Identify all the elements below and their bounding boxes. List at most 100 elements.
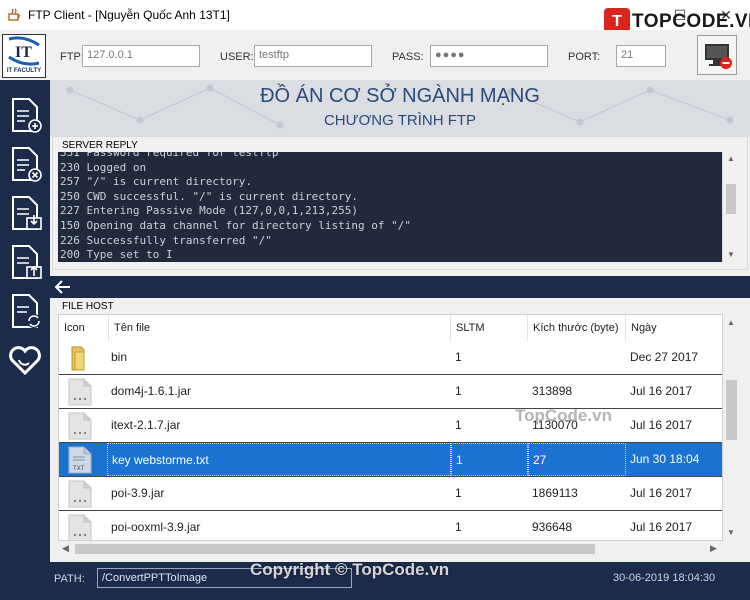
file-name: itext-2.1.7.jar <box>111 418 181 432</box>
file-name: key webstorme.txt <box>107 443 451 476</box>
svg-text:IT: IT <box>15 44 32 61</box>
pass-label: PASS: <box>392 51 424 63</box>
file-size: 27 <box>528 443 626 476</box>
port-input[interactable]: 21 <box>616 45 666 67</box>
svg-text:TXT: TXT <box>72 465 85 472</box>
file-date: Jul 16 2017 <box>630 384 693 398</box>
disconnect-computer-icon <box>705 44 732 69</box>
file-sltm: 1 <box>455 486 462 500</box>
file-table-vscrollbar[interactable]: ▲ ▼ <box>723 314 740 541</box>
heart-icon <box>9 346 41 376</box>
file-date: Jul 16 2017 <box>630 418 693 432</box>
column-header-date[interactable]: Ngày <box>626 315 722 341</box>
file-table-hscrollbar[interactable]: ◀ ▶ <box>58 541 723 557</box>
file-name: bin <box>111 350 128 364</box>
path-label: PATH: <box>54 573 85 585</box>
refresh-file-button[interactable] <box>5 291 45 331</box>
column-header-name[interactable]: Tên file <box>109 315 451 341</box>
banner-subtitle: CHƯƠNG TRÌNH FTP <box>323 112 477 129</box>
file-table: Icon Tên file SLTM Kích thước (byte) Ngà… <box>58 314 723 541</box>
console-line: 150 Opening data channel for directory l… <box>60 218 411 232</box>
file-sltm: 1 <box>455 520 462 534</box>
it-faculty-logo: IT IT FACULTY <box>2 34 46 78</box>
password-input[interactable]: ●●●● <box>430 45 548 67</box>
file-icon <box>68 412 92 440</box>
file-sltm: 1 <box>455 384 462 398</box>
download-file-button[interactable] <box>5 193 45 233</box>
disconnect-button[interactable] <box>697 35 737 75</box>
new-file-button[interactable] <box>5 95 45 135</box>
window-title: FTP Client - [Nguyễn Quốc Anh 13T1] <box>28 8 230 22</box>
file-scroll-thumb[interactable] <box>726 380 737 440</box>
scroll-down-icon[interactable]: ▼ <box>727 528 735 537</box>
console-line: 230 Logged on <box>60 160 147 174</box>
console-scroll-thumb[interactable] <box>726 184 736 214</box>
file-sltm: 1 <box>451 443 528 476</box>
watermark-footer: Copyright © TopCode.vn <box>250 560 450 579</box>
console-line: 331 Password required for testftp <box>60 152 279 159</box>
file-name: poi-3.9.jar <box>111 486 165 500</box>
file-sltm: 1 <box>455 350 462 364</box>
table-row-selected[interactable]: TXT key webstorme.txt 1 27 Jun 30 18:04 <box>59 443 722 477</box>
add-file-icon <box>12 98 42 133</box>
console-line: 227 Entering Passive Mode (127,0,0,1,213… <box>60 204 359 218</box>
ftp-host-input[interactable]: 127.0.0.1 <box>82 45 200 67</box>
table-row[interactable]: bin 1 Dec 27 2017 <box>59 341 722 375</box>
table-row[interactable]: poi-ooxml-3.9.jar 1 936648 Jul 16 2017 <box>59 511 722 540</box>
table-row[interactable]: dom4j-1.6.1.jar 1 313898 Jul 16 2017 <box>59 375 722 409</box>
file-size: 1869113 <box>532 486 578 500</box>
scroll-up-icon[interactable]: ▲ <box>727 318 735 327</box>
back-arrow-icon[interactable] <box>54 278 72 296</box>
status-datetime: 30-06-2019 18:04:30 <box>613 572 716 584</box>
console-line: 200 Type set to I <box>60 248 173 262</box>
user-input[interactable]: testftp <box>254 45 372 67</box>
file-size <box>528 341 626 374</box>
file-host-caption: FILE HOST <box>62 301 114 312</box>
scroll-up-icon[interactable]: ▲ <box>727 154 735 163</box>
file-icon <box>68 378 92 406</box>
faculty-emblem-icon: IT <box>8 36 40 66</box>
banner-title: ĐỒ ÁN CƠ SỞ NGÀNH MẠNG <box>260 85 540 107</box>
file-name: poi-ooxml-3.9.jar <box>111 520 201 534</box>
file-name: dom4j-1.6.1.jar <box>111 384 192 398</box>
column-header-sltm[interactable]: SLTM <box>451 315 528 341</box>
console-scrollbar[interactable]: ▲ ▼ <box>722 152 739 262</box>
navigation-strip <box>50 276 750 298</box>
console-line: 257 "/" is current directory. <box>60 175 253 189</box>
file-size: 313898 <box>532 384 573 398</box>
txt-file-icon: TXT <box>68 446 92 474</box>
header-banner: ĐỒ ÁN CƠ SỞ NGÀNH MẠNG CHƯƠNG TRÌNH FTP <box>50 80 750 136</box>
scroll-right-icon[interactable]: ▶ <box>710 543 717 554</box>
it-faculty-caption: IT FACULTY <box>6 68 42 74</box>
file-date: Jul 16 2017 <box>630 486 693 500</box>
column-header-icon[interactable]: Icon <box>59 315 109 341</box>
watermark-center: TopCode.vn <box>515 406 612 425</box>
file-icon <box>68 514 92 540</box>
delete-file-button[interactable] <box>5 144 45 184</box>
java-app-icon <box>8 8 21 21</box>
port-label: PORT: <box>568 51 601 63</box>
ftp-label: FTP: <box>60 51 84 63</box>
user-label: USER: <box>220 51 254 63</box>
column-header-size[interactable]: Kích thước (byte) <box>528 315 626 341</box>
table-row[interactable]: poi-3.9.jar 1 1869113 Jul 16 2017 <box>59 477 722 511</box>
folder-icon <box>71 346 85 371</box>
file-date: Jun 30 18:04 <box>630 452 700 466</box>
delete-file-icon <box>12 147 42 182</box>
file-date: Jul 16 2017 <box>630 520 693 534</box>
refresh-file-icon <box>12 294 41 328</box>
console-line: 250 CWD successful. "/" is current direc… <box>60 189 359 203</box>
upload-file-button[interactable] <box>5 242 45 282</box>
file-date: Dec 27 2017 <box>630 350 699 364</box>
upload-file-icon <box>12 245 42 279</box>
favorite-button[interactable] <box>5 340 45 380</box>
console-line: 226 Successfully transferred "/" <box>60 233 272 247</box>
table-row[interactable]: itext-2.1.7.jar 1 1130070 Jul 16 2017 <box>59 409 722 443</box>
file-size: 936648 <box>532 520 573 534</box>
scroll-down-icon[interactable]: ▼ <box>727 250 735 259</box>
scroll-left-icon[interactable]: ◀ <box>62 543 69 554</box>
server-reply-console[interactable]: 331 Password required for testftp 230 Lo… <box>58 152 722 262</box>
h-scroll-thumb[interactable] <box>75 544 595 554</box>
server-reply-caption: SERVER REPLY <box>62 140 138 151</box>
file-icon <box>68 480 92 508</box>
